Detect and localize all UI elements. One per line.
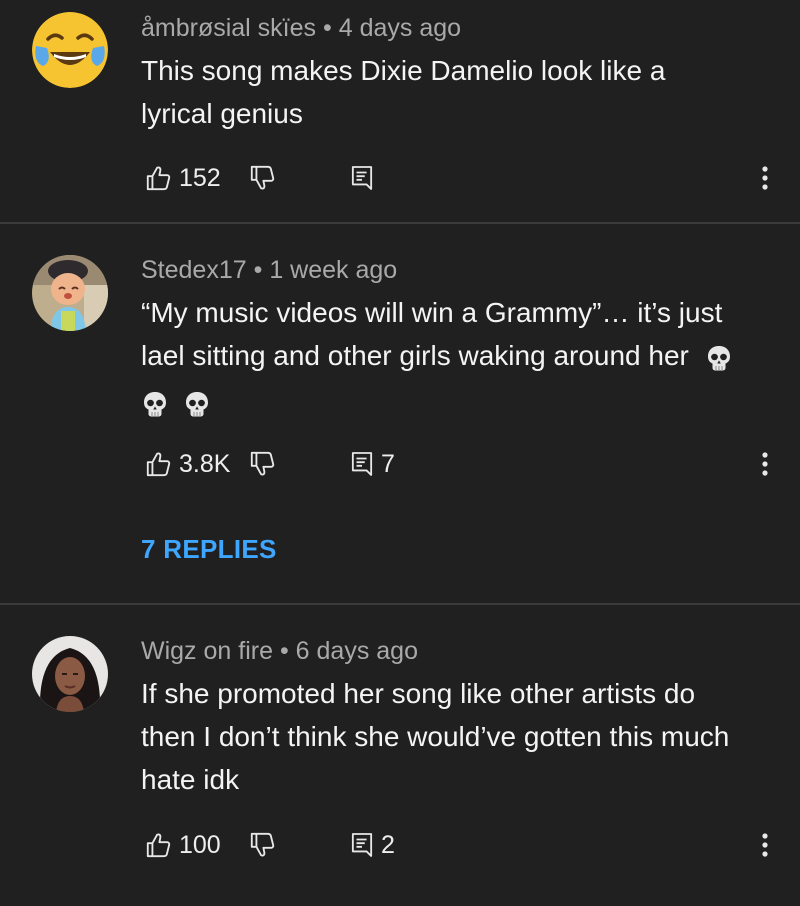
avatar-laughing-crying-emoji-icon[interactable]	[32, 12, 108, 88]
thumbs-up-icon	[145, 165, 171, 191]
dislike-button[interactable]	[249, 825, 275, 865]
avatar-game-character-avatar-icon[interactable]	[32, 255, 108, 331]
thumbs-down-icon	[249, 832, 275, 858]
comment-meta: åmbrøsial skïes • 4 days ago	[141, 14, 461, 43]
comment-text: If she promoted her song like other arti…	[141, 672, 781, 801]
author-name[interactable]: åmbrøsial skïes	[141, 14, 316, 42]
thumbs-up-icon	[145, 832, 171, 858]
comment-meta: Stedex17 • 1 week ago	[141, 256, 397, 285]
reply-comment-icon	[351, 165, 373, 191]
author-name[interactable]: Stedex17	[141, 256, 247, 284]
comment-text: “My music videos will win a Grammy”… it’…	[141, 291, 781, 420]
more-vertical-icon	[761, 164, 769, 192]
reply-count: 2	[381, 830, 395, 859]
like-count: 152	[179, 163, 221, 192]
more-options-button[interactable]	[761, 444, 769, 484]
comment-2: Stedex17 • 1 week ago “My music videos w…	[0, 224, 800, 604]
skull-emoji-icon	[183, 390, 211, 418]
like-count: 100	[179, 830, 221, 859]
comment-time: 6 days ago	[295, 637, 418, 665]
reply-button[interactable]	[351, 158, 381, 198]
like-button[interactable]: 152	[145, 158, 221, 198]
comment-time: 4 days ago	[338, 14, 462, 42]
comment-text-line: lael sitting and other girls waking arou…	[141, 340, 689, 371]
author-name[interactable]: Wigz on fire	[141, 637, 273, 665]
skull-emoji-icon	[705, 344, 733, 372]
comment-text-line: This song makes Dixie Damelio look like …	[141, 55, 666, 86]
comment-emoji-line	[141, 377, 781, 420]
comment-meta: Wigz on fire • 6 days ago	[141, 637, 418, 666]
skull-emoji-icon	[141, 390, 169, 418]
comment-actions: 100 2	[141, 825, 781, 865]
thumbs-up-icon	[145, 451, 171, 477]
more-options-button[interactable]	[761, 158, 769, 198]
comment-text-line: If she promoted her song like other arti…	[141, 678, 696, 709]
comment-time: 1 week ago	[269, 256, 398, 284]
view-replies-link[interactable]: 7 REPLIES	[141, 534, 277, 565]
comment-3: Wigz on fire • 6 days ago If she promote…	[0, 605, 800, 906]
comment-text: This song makes Dixie Damelio look like …	[141, 49, 771, 135]
like-button[interactable]: 3.8K	[145, 444, 230, 484]
comment-text-line: lyrical genius	[141, 98, 303, 129]
reply-button[interactable]: 2	[351, 825, 395, 865]
avatar-profile-photo-avatar-icon[interactable]	[32, 636, 108, 712]
meta-separator: •	[253, 256, 263, 284]
reply-comment-icon	[351, 832, 373, 858]
more-vertical-icon	[761, 831, 769, 859]
meta-separator: •	[323, 14, 332, 42]
comment-1: åmbrøsial skïes • 4 days ago This song m…	[0, 0, 800, 222]
dislike-button[interactable]	[249, 158, 275, 198]
comment-text-line: then I don’t think she would’ve gotten t…	[141, 721, 730, 752]
more-options-button[interactable]	[761, 825, 769, 865]
reply-button[interactable]: 7	[351, 444, 395, 484]
comment-text-line-with-emoji: lael sitting and other girls waking arou…	[141, 334, 781, 377]
reply-comment-icon	[351, 451, 373, 477]
like-button[interactable]: 100	[145, 825, 221, 865]
comment-actions: 3.8K 7	[141, 444, 781, 484]
thumbs-down-icon	[249, 165, 275, 191]
thumbs-down-icon	[249, 451, 275, 477]
comment-actions: 152	[141, 158, 781, 198]
meta-separator: •	[279, 637, 289, 665]
comment-text-line: hate idk	[141, 764, 240, 795]
reply-count: 7	[381, 449, 395, 478]
more-vertical-icon	[761, 450, 769, 478]
comment-text-line: “My music videos will win a Grammy”… it’…	[141, 297, 723, 328]
dislike-button[interactable]	[249, 444, 275, 484]
like-count: 3.8K	[179, 449, 231, 478]
